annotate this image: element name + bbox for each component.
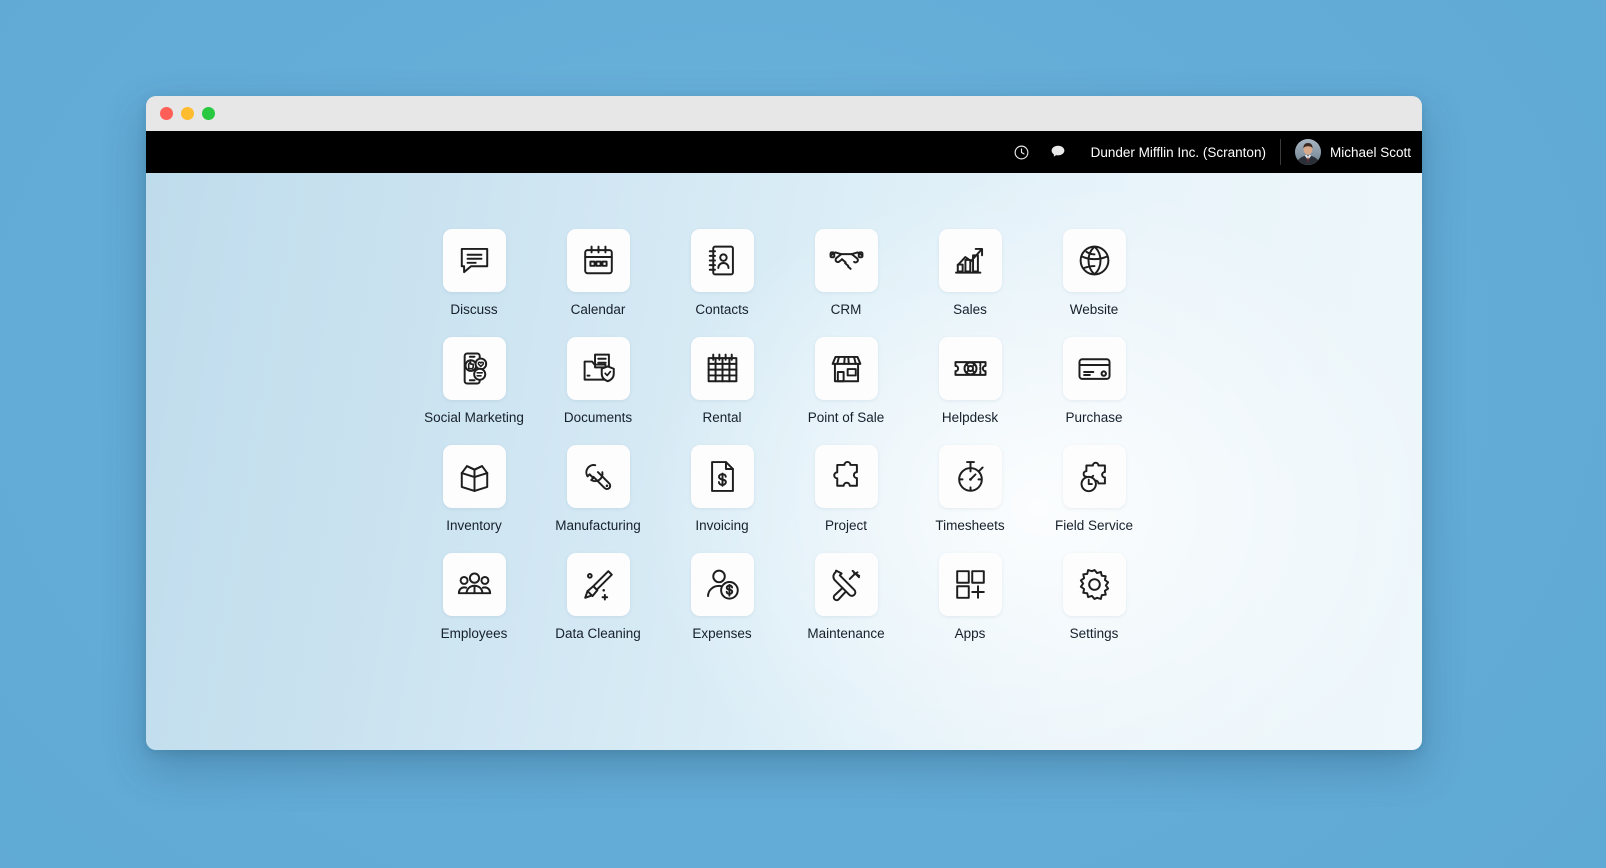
app-tile-social-marketing[interactable]: Social Marketing — [412, 337, 536, 445]
app-tile-contacts[interactable]: Contacts — [660, 229, 784, 337]
app-tile-documents[interactable]: Documents — [536, 337, 660, 445]
app-tile-website[interactable]: Website — [1032, 229, 1156, 337]
app-label: Apps — [954, 626, 986, 641]
dollar-document-icon — [690, 445, 754, 508]
app-tile-inventory[interactable]: Inventory — [412, 445, 536, 553]
growth-chart-icon — [938, 229, 1002, 292]
app-tile-project[interactable]: Project — [784, 445, 908, 553]
app-label: Contacts — [695, 302, 749, 317]
top-navbar: Dunder Mifflin Inc. (Scranton) Michael S… — [146, 131, 1422, 173]
company-name[interactable]: Dunder Mifflin Inc. (Scranton) — [1091, 145, 1266, 160]
puzzle-piece-icon — [814, 445, 878, 508]
avatar — [1294, 139, 1321, 165]
app-tile-timesheets[interactable]: Timesheets — [908, 445, 1032, 553]
app-label: Settings — [1069, 626, 1119, 641]
window-minimize-button[interactable] — [181, 107, 194, 120]
user-name: Michael Scott — [1329, 144, 1411, 160]
app-label: Invoicing — [695, 518, 749, 533]
app-tile-expenses[interactable]: Expenses — [660, 553, 784, 661]
documents-shield-icon — [566, 337, 630, 400]
social-phone-icon — [442, 337, 506, 400]
globe-icon — [1062, 229, 1126, 292]
wrench-icon — [566, 445, 630, 508]
open-box-icon — [442, 445, 506, 508]
stopwatch-icon — [938, 445, 1002, 508]
app-label: Documents — [563, 410, 633, 425]
app-label: Calendar — [570, 302, 626, 317]
app-label: Timesheets — [935, 518, 1005, 533]
storefront-icon — [814, 337, 878, 400]
app-grid: Discuss Calendar Contacts CRM Sales Webs… — [146, 229, 1422, 661]
app-label: Manufacturing — [555, 518, 641, 533]
app-label: Discuss — [450, 302, 498, 317]
app-tile-data-cleaning[interactable]: Data Cleaning — [536, 553, 660, 661]
app-tile-invoicing[interactable]: Invoicing — [660, 445, 784, 553]
person-dollar-icon — [690, 553, 754, 616]
app-window: Dunder Mifflin Inc. (Scranton) Michael S… — [146, 96, 1422, 750]
app-label: Website — [1069, 302, 1119, 317]
lifebuoy-ticket-icon — [938, 337, 1002, 400]
clock-icon[interactable] — [1009, 139, 1035, 165]
app-desktop: Discuss Calendar Contacts CRM Sales Webs… — [146, 173, 1422, 750]
app-label: Rental — [702, 410, 742, 425]
contacts-icon — [690, 229, 754, 292]
app-tile-employees[interactable]: Employees — [412, 553, 536, 661]
app-tile-purchase[interactable]: Purchase — [1032, 337, 1156, 445]
app-label: Field Service — [1054, 518, 1134, 533]
app-tile-rental[interactable]: Rental — [660, 337, 784, 445]
people-group-icon — [442, 553, 506, 616]
app-tile-helpdesk[interactable]: Helpdesk — [908, 337, 1032, 445]
app-tile-manufacturing[interactable]: Manufacturing — [536, 445, 660, 553]
puzzle-clock-icon — [1062, 445, 1126, 508]
chat-bubble-icon[interactable] — [1045, 139, 1071, 165]
app-label: Project — [824, 518, 868, 533]
apps-grid-plus-icon — [938, 553, 1002, 616]
window-close-button[interactable] — [160, 107, 173, 120]
app-tile-discuss[interactable]: Discuss — [412, 229, 536, 337]
app-tile-sales[interactable]: Sales — [908, 229, 1032, 337]
app-tile-apps[interactable]: Apps — [908, 553, 1032, 661]
broom-sparkle-icon — [566, 553, 630, 616]
app-tile-settings[interactable]: Settings — [1032, 553, 1156, 661]
app-label: CRM — [830, 302, 862, 317]
app-label: Purchase — [1065, 410, 1123, 425]
app-label: Social Marketing — [424, 410, 524, 425]
user-menu[interactable]: Michael Scott — [1294, 139, 1411, 165]
app-label: Sales — [953, 302, 987, 317]
app-label: Helpdesk — [941, 410, 999, 425]
calendar-icon — [566, 229, 630, 292]
handshake-icon — [814, 229, 878, 292]
app-label: Data Cleaning — [555, 626, 641, 641]
hammer-wrench-icon — [814, 553, 878, 616]
app-label: Employees — [440, 626, 508, 641]
app-label: Maintenance — [807, 626, 885, 641]
app-tile-calendar[interactable]: Calendar — [536, 229, 660, 337]
app-tile-field-service[interactable]: Field Service — [1032, 445, 1156, 553]
credit-card-icon — [1062, 337, 1126, 400]
window-titlebar — [146, 96, 1422, 131]
discuss-icon — [442, 229, 506, 292]
app-tile-point-of-sale[interactable]: Point of Sale — [784, 337, 908, 445]
app-tile-crm[interactable]: CRM — [784, 229, 908, 337]
calendar-grid-icon — [690, 337, 754, 400]
window-maximize-button[interactable] — [202, 107, 215, 120]
app-label: Point of Sale — [807, 410, 885, 425]
app-label: Inventory — [446, 518, 502, 533]
gear-icon — [1062, 553, 1126, 616]
app-label: Expenses — [692, 626, 752, 641]
navbar-divider — [1279, 139, 1281, 165]
app-tile-maintenance[interactable]: Maintenance — [784, 553, 908, 661]
